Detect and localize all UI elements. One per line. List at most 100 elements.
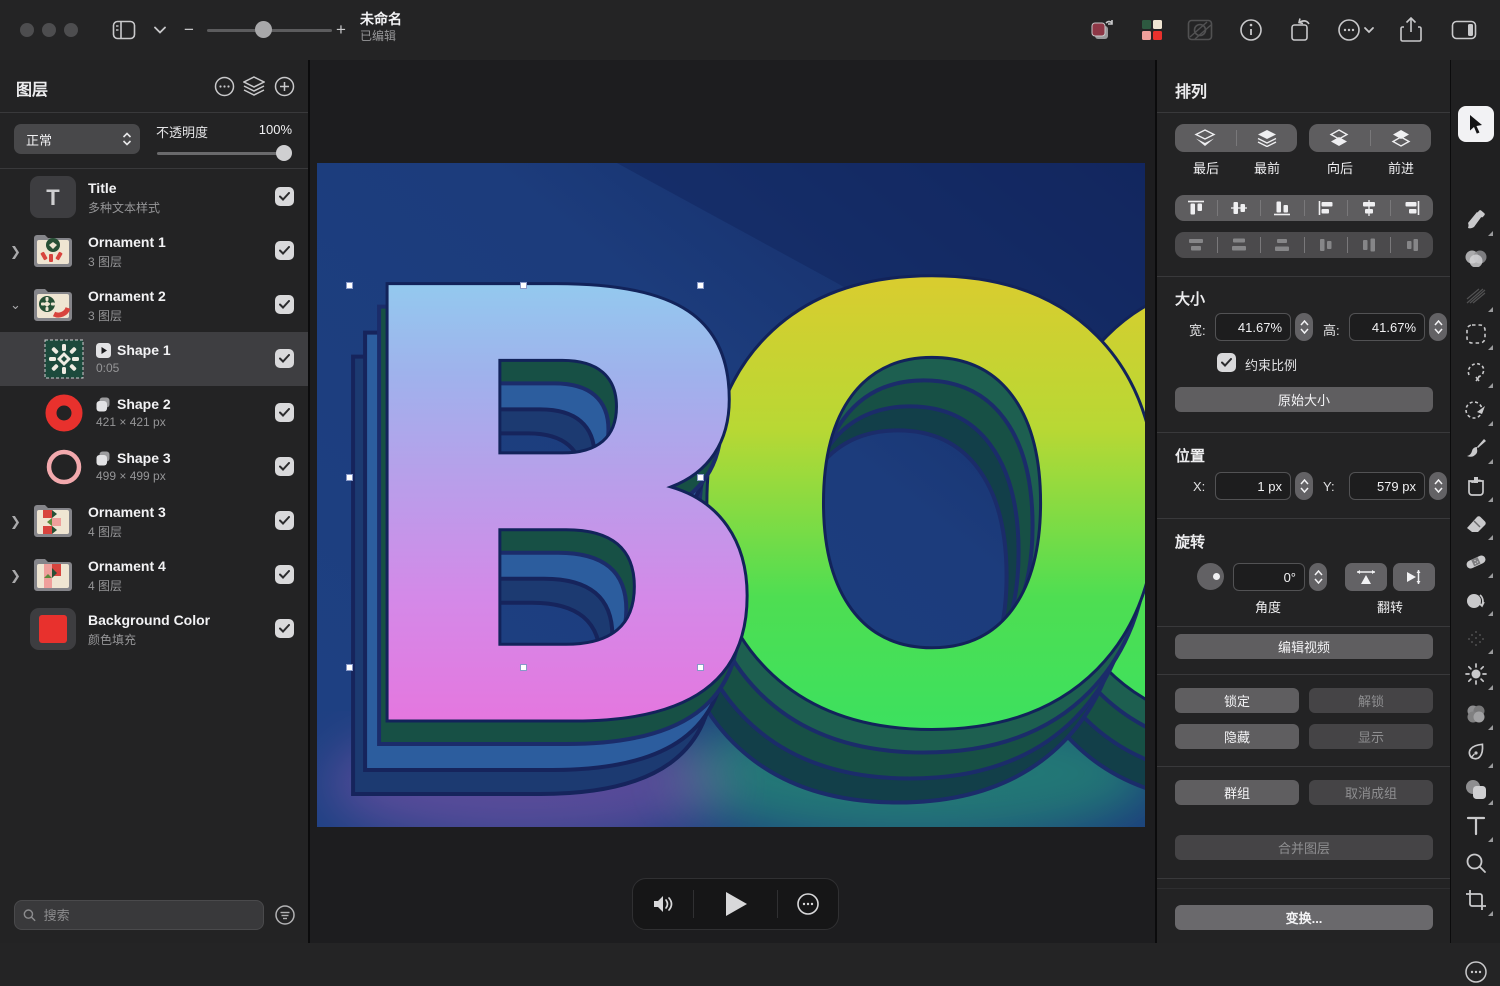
rotation-dial[interactable] <box>1197 563 1224 590</box>
text-tool[interactable] <box>1462 812 1493 842</box>
align-bottom-button[interactable] <box>1261 195 1303 221</box>
layer-row-shape-3[interactable]: Shape 3 499 × 499 px <box>0 440 308 494</box>
layer-row-shape-1[interactable]: Shape 1 0:05 <box>0 332 308 386</box>
search-input[interactable] <box>41 906 255 924</box>
search-box[interactable] <box>14 900 264 930</box>
isolate-layers-icon[interactable] <box>242 74 266 98</box>
send-to-back-button[interactable] <box>1175 124 1236 152</box>
layer-row-background-color[interactable]: Background Color 颜色填充 <box>0 602 308 656</box>
zoom-tool[interactable] <box>1462 849 1490 877</box>
layer-visibility-checkbox[interactable] <box>275 403 294 422</box>
layer-row-shape-2[interactable]: Shape 2 421 × 421 px <box>0 386 308 440</box>
sidebar-toggle-button[interactable] <box>108 14 140 46</box>
zoom-out-button[interactable]: − <box>184 20 194 40</box>
minimize-button[interactable] <box>42 23 56 37</box>
bring-to-front-button[interactable] <box>1237 124 1298 152</box>
cut-out-tool[interactable] <box>1462 358 1493 388</box>
selection-handle[interactable] <box>520 282 527 289</box>
transform-button[interactable]: 变换... <box>1175 905 1433 930</box>
layer-row-ornament-1[interactable]: ❯ Ornament 1 3 图层 <box>0 224 308 278</box>
brush-tool[interactable] <box>1462 434 1493 464</box>
selection-handle[interactable] <box>346 474 353 481</box>
eraser-tool[interactable] <box>1462 510 1493 540</box>
layer-row-title[interactable]: T Title 多种文本样式 <box>0 170 308 224</box>
selection-handle[interactable] <box>346 664 353 671</box>
sidebar-chevron-button[interactable] <box>144 14 176 46</box>
close-button[interactable] <box>20 23 34 37</box>
share-icon[interactable] <box>1395 14 1427 46</box>
x-field[interactable]: 1 px <box>1215 472 1291 500</box>
group-button[interactable]: 群组 <box>1175 780 1299 805</box>
align-top-button[interactable] <box>1175 195 1217 221</box>
layer-row-ornament-4[interactable]: ❯ Ornament 4 4 图层 <box>0 548 308 602</box>
color-palette-icon[interactable] <box>1136 14 1168 46</box>
width-field[interactable]: 41.67% <box>1215 313 1291 341</box>
x-stepper[interactable] <box>1295 472 1313 500</box>
blend-mode-dropdown[interactable]: 正常 <box>14 124 140 154</box>
smart-select-tool[interactable] <box>1462 396 1493 426</box>
playback-more-button[interactable] <box>778 879 838 929</box>
constrain-checkbox[interactable] <box>1217 353 1236 372</box>
angle-field[interactable]: 0° <box>1233 563 1305 591</box>
layer-visibility-checkbox[interactable] <box>275 187 294 206</box>
more-options-icon[interactable] <box>1335 14 1379 46</box>
align-left-button[interactable] <box>1305 195 1347 221</box>
constrain-label[interactable]: 约束比例 <box>1245 355 1297 374</box>
opacity-slider-knob[interactable] <box>276 145 292 161</box>
add-layer-icon[interactable] <box>272 74 296 98</box>
fill-tool[interactable] <box>1462 472 1493 502</box>
zoom-slider-knob[interactable] <box>255 21 272 38</box>
layer-row-ornament-3[interactable]: ❯ Ornament 3 4 图层 <box>0 494 308 548</box>
zoom-in-button[interactable]: + <box>336 20 346 40</box>
flip-vertical-button[interactable] <box>1345 563 1387 591</box>
color-tool[interactable] <box>1462 244 1490 272</box>
angle-stepper[interactable] <box>1309 563 1327 591</box>
align-vertical-center-button[interactable] <box>1218 195 1260 221</box>
height-stepper[interactable] <box>1429 313 1447 341</box>
info-icon[interactable] <box>1235 14 1267 46</box>
layer-visibility-checkbox[interactable] <box>275 565 294 584</box>
layers-more-icon[interactable] <box>212 74 236 98</box>
opacity-slider-track[interactable] <box>157 152 289 155</box>
width-stepper[interactable] <box>1295 313 1313 341</box>
bring-forward-button[interactable] <box>1371 124 1432 152</box>
canvas-artwork[interactable]: O O O O O O O O B B B B <box>317 163 1145 827</box>
layer-visibility-checkbox[interactable] <box>275 511 294 530</box>
expand-chevron-icon[interactable]: ❯ <box>10 514 21 530</box>
align-horizontal-center-button[interactable] <box>1348 195 1390 221</box>
original-size-button[interactable]: 原始大小 <box>1175 387 1433 412</box>
pen-tool[interactable] <box>1462 738 1493 768</box>
filter-icon[interactable] <box>270 900 300 930</box>
layer-visibility-checkbox[interactable] <box>275 241 294 260</box>
rotate-canvas-icon[interactable] <box>1285 14 1317 46</box>
inspector-toggle-icon[interactable] <box>1448 14 1480 46</box>
marquee-tool[interactable] <box>1462 320 1493 350</box>
send-backward-button[interactable] <box>1309 124 1370 152</box>
adjust-tool[interactable] <box>1462 660 1493 690</box>
tools-more-button[interactable] <box>1462 958 1490 986</box>
y-stepper[interactable] <box>1429 472 1447 500</box>
height-field[interactable]: 41.67% <box>1349 313 1425 341</box>
layer-visibility-checkbox[interactable] <box>275 619 294 638</box>
collapse-chevron-icon[interactable]: ⌄ <box>10 297 21 313</box>
selection-handle[interactable] <box>346 282 353 289</box>
hide-button[interactable]: 隐藏 <box>1175 724 1299 749</box>
selection-handle[interactable] <box>697 474 704 481</box>
layer-visibility-checkbox[interactable] <box>275 457 294 476</box>
heal-tool[interactable] <box>1462 548 1493 578</box>
layer-row-ornament-2[interactable]: ⌄ Ornament 2 3 图层 <box>0 278 308 332</box>
selection-handle[interactable] <box>520 664 527 671</box>
volume-button[interactable] <box>633 879 693 929</box>
y-field[interactable]: 579 px <box>1349 472 1425 500</box>
expand-chevron-icon[interactable]: ❯ <box>10 568 21 584</box>
layer-visibility-checkbox[interactable] <box>275 295 294 314</box>
selection-handle[interactable] <box>697 664 704 671</box>
expand-chevron-icon[interactable]: ❯ <box>10 244 21 260</box>
align-right-button[interactable] <box>1391 195 1433 221</box>
layer-visibility-checkbox[interactable] <box>275 349 294 368</box>
lock-button[interactable]: 锁定 <box>1175 688 1299 713</box>
zoom-window-button[interactable] <box>64 23 78 37</box>
selection-handle[interactable] <box>697 282 704 289</box>
swap-colors-icon[interactable] <box>1086 14 1118 46</box>
shapes-tool[interactable] <box>1462 775 1493 805</box>
